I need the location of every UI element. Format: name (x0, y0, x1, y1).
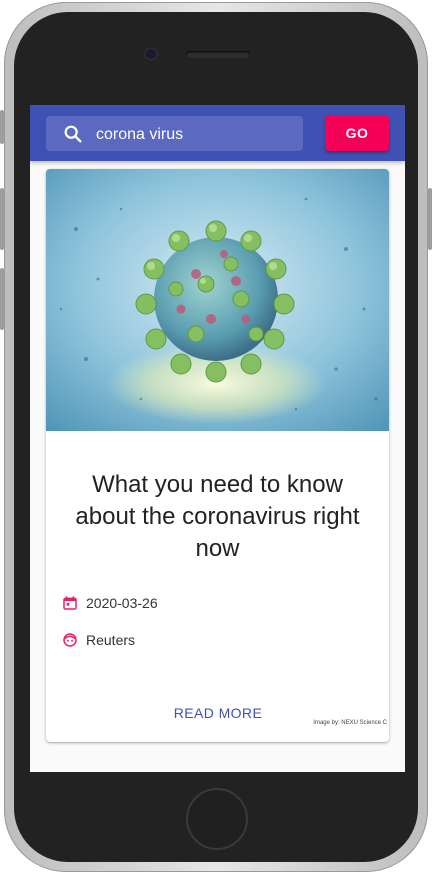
mute-switch (0, 110, 4, 144)
search-box[interactable] (46, 116, 303, 151)
read-more-button[interactable]: READ MORE (166, 699, 270, 727)
volume-down-button (0, 268, 4, 330)
article-date: 2020-03-26 (86, 595, 158, 611)
app-bar: GO (30, 105, 405, 161)
app-screen: GO (30, 105, 405, 772)
coronavirus-illustration (46, 169, 389, 431)
volume-up-button (0, 188, 4, 250)
calendar-icon (63, 596, 77, 610)
go-button[interactable]: GO (325, 115, 389, 151)
home-button[interactable] (186, 788, 248, 850)
power-button (428, 188, 432, 250)
article-title: What you need to know about the coronavi… (75, 471, 360, 562)
article-source: Reuters (86, 632, 136, 648)
face-icon (63, 633, 77, 647)
source-row: Reuters (62, 630, 135, 650)
earpiece-speaker (186, 51, 250, 58)
image-credit: Image by: NEXU Science C (313, 720, 387, 726)
news-card: Image by: NEXU Science C What you need t… (46, 169, 389, 742)
front-camera (146, 49, 156, 59)
date-row: 2020-03-26 (62, 593, 158, 613)
search-icon (64, 125, 82, 143)
search-input[interactable] (94, 120, 298, 149)
